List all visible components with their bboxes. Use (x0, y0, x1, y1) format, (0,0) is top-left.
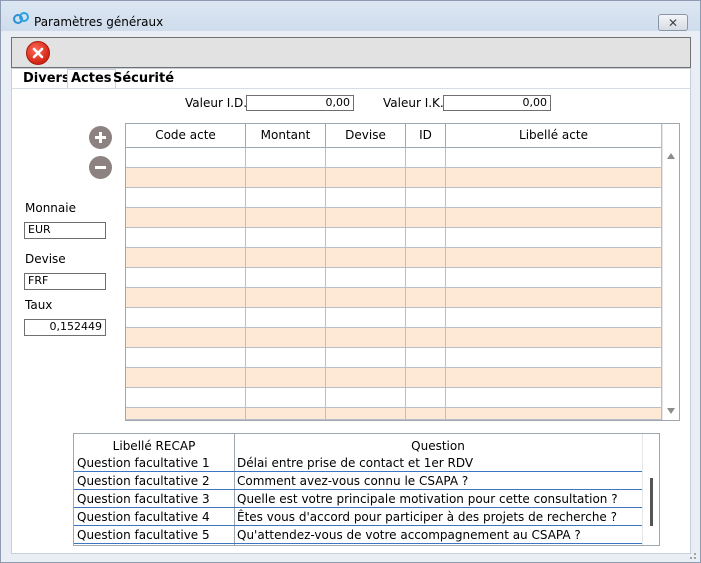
devise-label: Devise (25, 252, 66, 266)
table-row[interactable]: Question facultative 2 Comment avez-vous… (74, 472, 642, 490)
valeur-id-field[interactable]: 0,00 (246, 95, 354, 111)
tab-securite[interactable]: Sécurité (113, 71, 174, 86)
scroll-down-icon[interactable] (667, 408, 675, 414)
column-header[interactable]: Montant (246, 124, 326, 148)
actes-table-scrollbar[interactable] (662, 124, 679, 420)
table-row[interactable] (126, 308, 662, 328)
recap-label-cell: Question facultative 4 (77, 510, 210, 524)
table-row[interactable] (126, 408, 662, 420)
table-row[interactable] (126, 288, 662, 308)
taux-field[interactable]: 0,152449 (24, 319, 106, 336)
recap-question-cell: Délai entre prise de contact et 1er RDV (237, 456, 474, 470)
table-row[interactable] (126, 328, 662, 348)
table-row[interactable]: Question facultative 5 Qu'attendez-vous … (74, 526, 642, 544)
recap-question-cell: Qu'attendez-vous de votre accompagnement… (237, 528, 581, 542)
actes-table: Code acte Montant Devise ID Libellé acte (125, 123, 680, 421)
column-divider (325, 148, 326, 420)
column-divider (405, 148, 406, 420)
table-row[interactable]: Question facultative 4 Êtes vous d'accor… (74, 508, 642, 526)
tab-content: Divers Actes Sécurité Valeur I.D. 0,00 V… (11, 68, 691, 554)
tab-divers[interactable]: Divers (23, 71, 70, 86)
recap-label-cell: Question facultative 1 (77, 456, 210, 470)
recap-question-cell: Quelle est votre principale motivation p… (237, 492, 618, 506)
recap-label-cell: Question facultative 5 (77, 528, 210, 542)
table-row[interactable] (126, 368, 662, 388)
recap-question-cell: Comment avez-vous connu le CSAPA ? (237, 474, 469, 488)
settings-window: Paramètres généraux ✕ Divers Actes Sécur… (0, 0, 701, 563)
actes-table-header: Code acte Montant Devise ID Libellé acte (126, 124, 663, 148)
table-row[interactable] (126, 248, 662, 268)
table-row[interactable] (126, 188, 662, 208)
monnaie-field[interactable]: EUR (24, 222, 106, 239)
column-header[interactable]: Libellé acte (446, 124, 662, 148)
column-divider (245, 148, 246, 420)
table-row[interactable] (126, 208, 662, 228)
scroll-thumb[interactable] (650, 478, 653, 526)
close-icon: ✕ (667, 15, 679, 30)
plus-circle-icon (95, 132, 106, 143)
valeur-ik-field[interactable]: 0,00 (443, 95, 551, 111)
remove-acte-button[interactable] (89, 156, 112, 179)
recap-question-cell: Êtes vous d'accord pour participer à des… (237, 510, 617, 524)
monnaie-label: Monnaie (25, 201, 76, 215)
title-bar: Paramètres généraux ✕ (1, 1, 700, 31)
valeur-id-label: Valeur I.D. (185, 96, 248, 110)
add-acte-button[interactable] (89, 126, 112, 149)
table-row[interactable] (126, 388, 662, 408)
app-logo-icon (13, 12, 29, 24)
scroll-up-icon[interactable] (667, 153, 675, 159)
table-row[interactable]: Question facultative 3 Quelle est votre … (74, 490, 642, 508)
table-row[interactable] (126, 228, 662, 248)
column-header[interactable]: Devise (326, 124, 406, 148)
column-header[interactable]: Code acte (126, 124, 246, 148)
devise-field[interactable]: FRF (24, 273, 106, 290)
valeur-ik-label: Valeur I.K. (383, 96, 444, 110)
table-row[interactable] (126, 268, 662, 288)
toolbar (11, 37, 691, 68)
column-header[interactable]: Question (234, 434, 642, 454)
table-row[interactable]: Question facultative 1 Délai entre prise… (74, 454, 642, 472)
recap-table-scrollbar[interactable] (642, 434, 659, 545)
table-row[interactable] (126, 348, 662, 368)
resize-grip-icon[interactable] (687, 550, 697, 560)
tab-divider (12, 88, 690, 89)
minus-circle-icon (95, 166, 106, 169)
column-divider (445, 148, 446, 420)
column-header[interactable]: Libellé RECAP (74, 434, 234, 454)
recap-label-cell: Question facultative 3 (77, 492, 210, 506)
table-row[interactable] (126, 148, 662, 168)
column-header[interactable]: ID (406, 124, 446, 148)
window-close-button[interactable]: ✕ (658, 14, 688, 31)
recap-label-cell: Question facultative 2 (77, 474, 210, 488)
taux-label: Taux (25, 298, 53, 312)
tab-actes[interactable]: Actes (67, 69, 116, 88)
exit-red-x-icon (32, 47, 44, 59)
recap-table-header: Libellé RECAP Question (74, 434, 642, 454)
window-title: Paramètres généraux (34, 15, 164, 29)
exit-button[interactable] (26, 41, 50, 65)
recap-table: Libellé RECAP Question Question facultat… (73, 433, 660, 546)
table-row[interactable] (126, 168, 662, 188)
